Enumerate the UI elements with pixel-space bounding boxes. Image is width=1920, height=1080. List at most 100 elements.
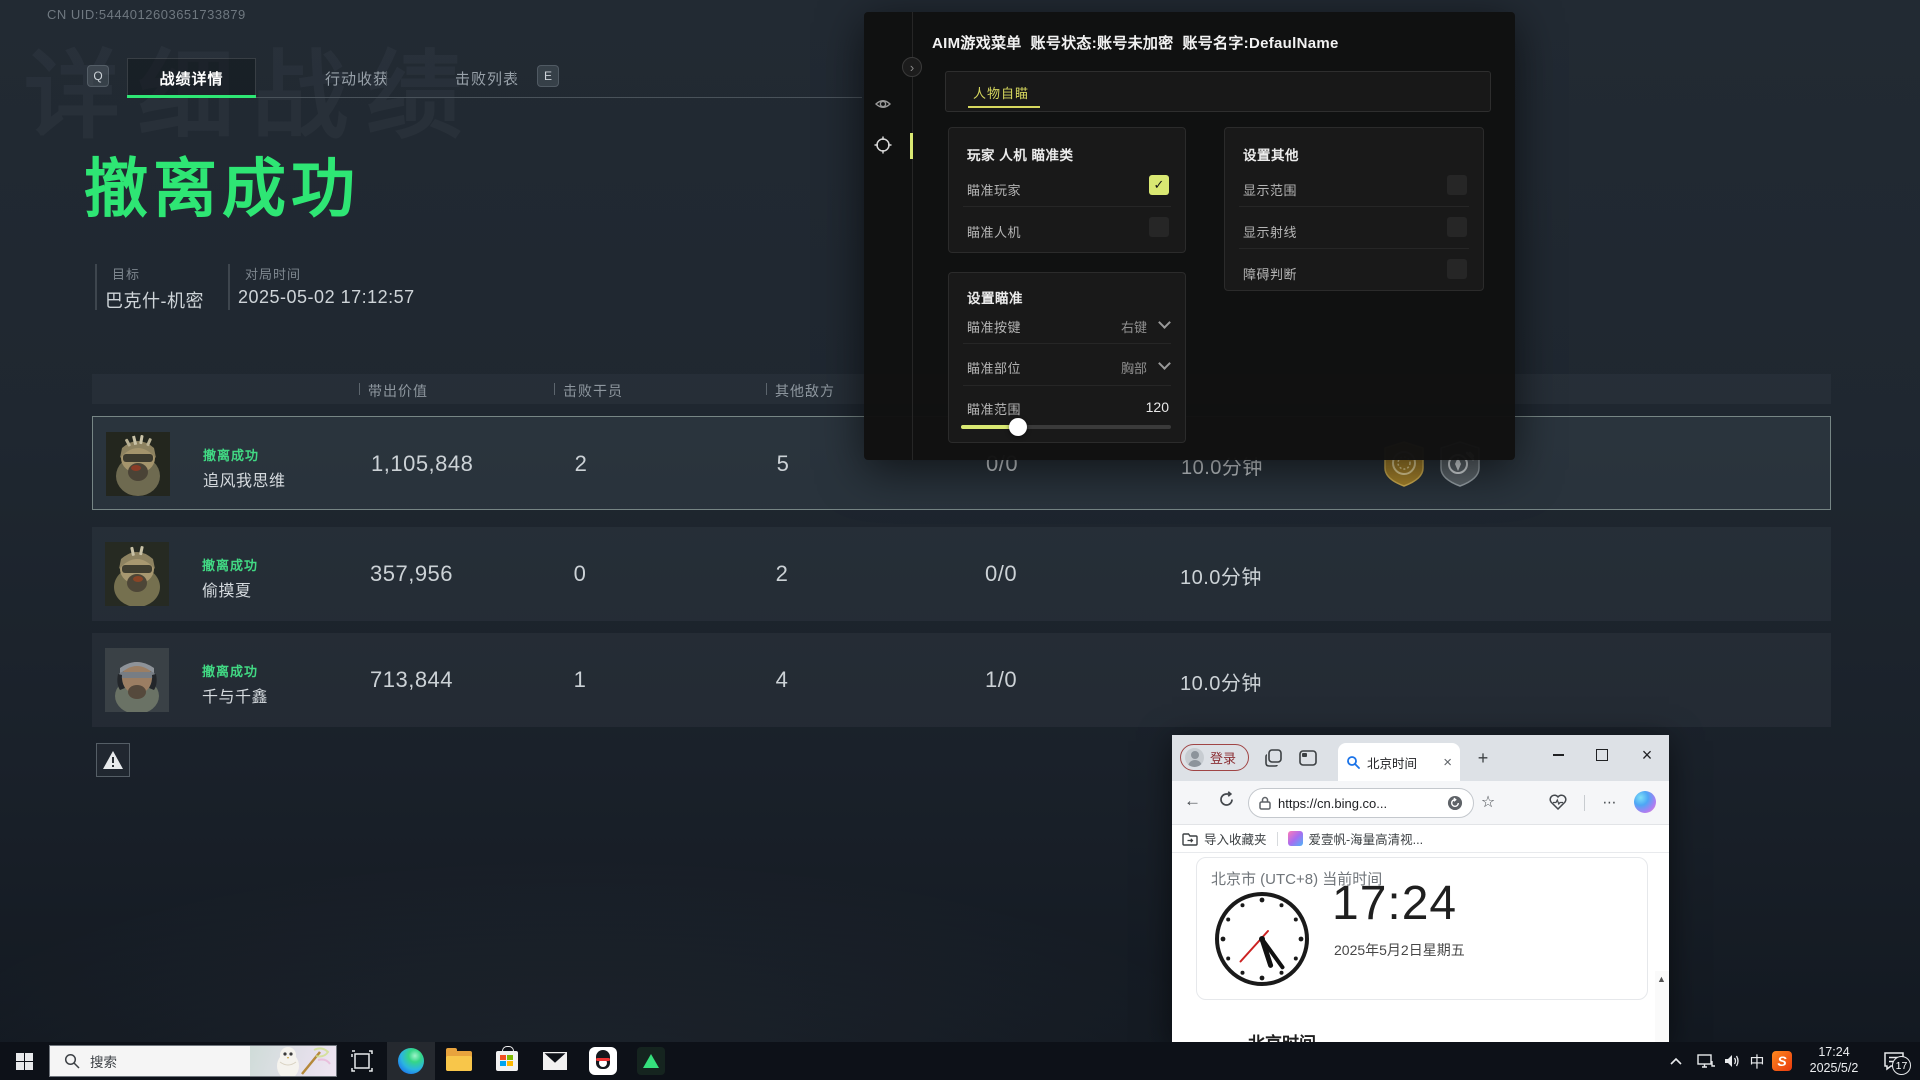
slider-thumb[interactable] bbox=[1009, 418, 1027, 436]
other-enemies: 5 bbox=[775, 451, 791, 477]
row-status: 撤离成功 bbox=[203, 445, 259, 464]
scroll-up-icon[interactable]: ▲ bbox=[1657, 974, 1666, 984]
refresh-button[interactable] bbox=[1218, 791, 1235, 808]
aim-part-value[interactable]: 胸部 bbox=[1121, 358, 1147, 377]
other-settings-card: 设置其他 显示范围 显示射线 障碍判断 bbox=[1224, 127, 1484, 291]
extracted-value: 1,105,848 bbox=[371, 451, 473, 477]
aim-tab-underline bbox=[968, 106, 1040, 108]
tab-action-gains[interactable]: 行动收获 bbox=[297, 58, 417, 98]
more-menu-icon[interactable]: ⋯ bbox=[1600, 792, 1620, 812]
network-icon[interactable] bbox=[1692, 1042, 1720, 1080]
search-highlight-image[interactable] bbox=[250, 1046, 336, 1076]
taskbar-file-explorer-button[interactable] bbox=[435, 1042, 483, 1080]
aim-bots-label: 瞄准人机 bbox=[967, 222, 1021, 241]
taskbar-edge-button[interactable] bbox=[387, 1042, 435, 1080]
volume-icon[interactable] bbox=[1719, 1042, 1747, 1080]
obstacle-check-checkbox[interactable] bbox=[1447, 259, 1467, 279]
chevron-down-icon[interactable] bbox=[1158, 316, 1171, 329]
divider bbox=[963, 385, 1171, 386]
tab-close-icon[interactable]: × bbox=[1443, 754, 1452, 771]
address-bar[interactable]: https://cn.bing.co... bbox=[1248, 788, 1474, 818]
aim-range-value: 120 bbox=[1146, 399, 1169, 415]
aim-players-label: 瞄准玩家 bbox=[967, 180, 1021, 199]
divider bbox=[963, 343, 1171, 344]
divider bbox=[1239, 206, 1469, 207]
table-row[interactable]: 撤离成功 千与千鑫 713,844 1 4 1/0 10.0分钟 bbox=[92, 633, 1831, 727]
aim-menu-title: AIM游戏菜单 账号状态:账号未加密 账号名字:DefaulName bbox=[932, 32, 1339, 53]
browser-essentials-icon[interactable] bbox=[1548, 792, 1568, 812]
kill-ratio: 0/0 bbox=[985, 561, 1017, 587]
taskbar-qq-button[interactable] bbox=[579, 1042, 627, 1080]
result-title: 撤离成功 bbox=[84, 138, 360, 230]
active-tab[interactable]: 北京时间 × bbox=[1338, 743, 1460, 781]
profile-avatar-icon bbox=[1185, 748, 1204, 767]
digital-time: 17:24 bbox=[1332, 876, 1457, 931]
defeated-operators: 1 bbox=[572, 667, 588, 693]
browser-tab-strip: 登录 北京时间 × bbox=[1172, 735, 1669, 781]
taskbar: 搜索 bbox=[0, 1042, 1920, 1080]
taskbar-mail-button[interactable] bbox=[531, 1042, 579, 1080]
start-button[interactable] bbox=[0, 1042, 48, 1080]
taskbar-store-button[interactable] bbox=[483, 1042, 531, 1080]
aim-range-slider[interactable] bbox=[961, 425, 1171, 429]
new-tab-button[interactable]: + bbox=[1472, 747, 1494, 769]
chevron-down-icon[interactable] bbox=[1158, 357, 1171, 370]
vertical-tabs-icon[interactable] bbox=[1298, 748, 1318, 768]
crosshair-icon[interactable] bbox=[874, 136, 892, 154]
aim-type-card: 玩家 人机 瞄准类 瞄准玩家 ✓ 瞄准人机 bbox=[948, 127, 1186, 253]
window-close-button[interactable]: × bbox=[1627, 735, 1667, 775]
bookmark-favicon bbox=[1288, 831, 1303, 846]
tab-defeat-list[interactable]: 击败列表 bbox=[427, 58, 547, 98]
file-explorer-icon bbox=[446, 1051, 472, 1071]
tab-separator bbox=[514, 71, 515, 85]
tab-battle-details[interactable]: 战绩详情 bbox=[127, 58, 256, 98]
url-text: https://cn.bing.co... bbox=[1278, 796, 1440, 811]
aim-bots-checkbox[interactable] bbox=[1149, 217, 1169, 237]
warning-icon[interactable] bbox=[96, 743, 130, 777]
screen: 详细战绩 CN UID:5444012603651733879 Q E 战绩详情… bbox=[0, 0, 1920, 1080]
workspaces-icon[interactable] bbox=[1264, 748, 1284, 768]
row-status: 撤离成功 bbox=[202, 555, 258, 574]
aim-players-checkbox[interactable]: ✓ bbox=[1149, 175, 1169, 195]
delta-triangle-icon bbox=[637, 1047, 665, 1075]
section-title: 玩家 人机 瞄准类 bbox=[967, 144, 1074, 164]
microsoft-store-icon bbox=[496, 1051, 518, 1071]
action-center-button[interactable]: 17 bbox=[1874, 1042, 1914, 1080]
taskbar-clock[interactable]: 17:24 2025/5/2 bbox=[1798, 1042, 1870, 1080]
reload-circle-icon[interactable] bbox=[1447, 795, 1463, 811]
profile-signin-button[interactable]: 登录 bbox=[1180, 744, 1249, 771]
mail-icon bbox=[543, 1052, 567, 1070]
bookmark-yifan[interactable]: 爱壹帆-海量高清视... bbox=[1278, 829, 1434, 848]
minimize-button[interactable] bbox=[1538, 735, 1578, 775]
signin-label: 登录 bbox=[1210, 748, 1236, 767]
avatar bbox=[105, 648, 169, 712]
match-time-value: 2025-05-02 17:12:57 bbox=[238, 287, 415, 308]
show-ray-checkbox[interactable] bbox=[1447, 217, 1467, 237]
eye-icon[interactable] bbox=[875, 96, 891, 112]
favorite-star-icon[interactable]: ☆ bbox=[1478, 792, 1498, 812]
search-icon bbox=[64, 1053, 80, 1069]
tab-character-aimbot[interactable]: 人物自瞄 bbox=[973, 83, 1029, 102]
tray-time: 17:24 bbox=[1818, 1045, 1849, 1061]
sogou-input-icon[interactable]: S bbox=[1769, 1042, 1795, 1080]
back-button[interactable]: ← bbox=[1184, 791, 1201, 811]
scrollbar[interactable]: ▲ bbox=[1655, 971, 1669, 1042]
ime-indicator[interactable]: 中 bbox=[1745, 1042, 1769, 1080]
copilot-icon[interactable] bbox=[1634, 791, 1656, 813]
maximize-button[interactable] bbox=[1582, 735, 1622, 775]
taskbar-search-box[interactable]: 搜索 bbox=[49, 1045, 337, 1077]
key-hint-q: Q bbox=[87, 65, 109, 87]
active-section-indicator bbox=[910, 133, 913, 159]
tray-show-hidden-icons[interactable] bbox=[1664, 1042, 1688, 1080]
table-row[interactable]: 撤离成功 偷摸夏 357,956 0 2 0/0 10.0分钟 bbox=[92, 527, 1831, 621]
rail-divider bbox=[912, 12, 913, 460]
collapse-chevron-icon[interactable]: › bbox=[902, 57, 922, 77]
aim-key-value[interactable]: 右键 bbox=[1121, 317, 1147, 336]
lock-icon bbox=[1259, 796, 1271, 810]
match-duration: 10.0分钟 bbox=[1180, 667, 1262, 696]
task-view-button[interactable] bbox=[338, 1042, 386, 1080]
bookmark-import-favorites[interactable]: 导入收藏夹 bbox=[1172, 829, 1277, 848]
show-range-checkbox[interactable] bbox=[1447, 175, 1467, 195]
match-duration: 10.0分钟 bbox=[1180, 561, 1262, 590]
taskbar-game-launcher-button[interactable] bbox=[627, 1042, 675, 1080]
